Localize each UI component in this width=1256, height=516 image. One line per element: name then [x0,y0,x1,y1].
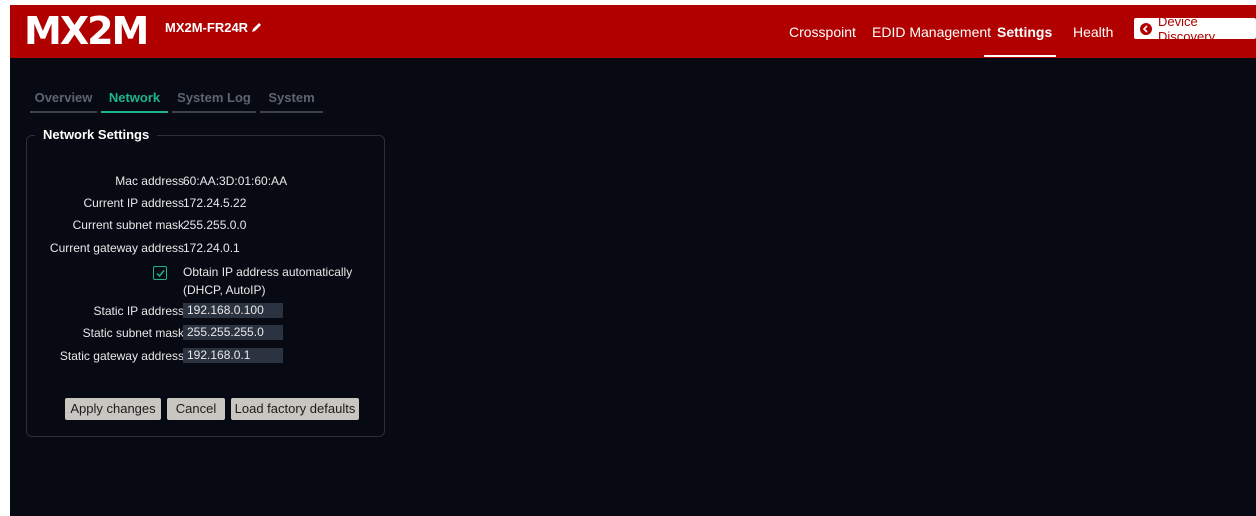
dhcp-checkbox[interactable] [153,266,167,280]
chevron-left-circle-icon [1140,22,1152,35]
tab-system[interactable]: System [260,85,323,113]
nav-edid-management[interactable]: EDID Management [872,24,991,40]
current-subnet-row: Current subnet mask 255.255.0.0 [26,215,383,235]
static-gateway-input[interactable] [183,348,283,363]
static-subnet-input[interactable] [183,325,283,340]
static-gateway-label: Static gateway address [59,349,184,363]
mac-address-value: 60:AA:3D:01:60:AA [183,174,288,188]
current-gateway-value: 172.24.0.1 [183,241,240,255]
static-subnet-row: Static subnet mask [26,323,383,343]
current-ip-row: Current IP address 172.24.5.22 [26,193,383,213]
apply-changes-button[interactable]: Apply changes [65,398,161,420]
tab-overview[interactable]: Overview [30,85,97,113]
nav-settings[interactable]: Settings [997,24,1052,40]
current-ip-label: Current IP address [83,196,185,210]
static-subnet-label: Static subnet mask [82,326,184,340]
nav-crosspoint[interactable]: Crosspoint [789,24,856,40]
logo: MX2M [24,9,149,53]
device-discovery-button[interactable]: Device Discovery [1134,14,1256,44]
dhcp-label: Obtain IP address automatically (DHCP, A… [183,265,353,297]
current-subnet-label: Current subnet mask [72,218,184,232]
nav-health[interactable]: Health [1073,24,1113,40]
load-factory-defaults-button[interactable]: Load factory defaults [231,398,359,420]
current-gateway-label: Current gateway address [49,241,184,255]
tab-system-log[interactable]: System Log [172,85,256,113]
pencil-icon[interactable] [251,22,262,33]
static-ip-input[interactable] [183,303,283,318]
mac-address-row: Mac address 60:AA:3D:01:60:AA [26,171,383,191]
nav-active-indicator [984,55,1056,57]
checkmark-icon [155,269,165,277]
tab-network[interactable]: Network [101,85,168,113]
device-name-button[interactable]: MX2M-FR24R [165,20,262,35]
device-discovery-label: Device Discovery [1158,13,1216,44]
cancel-button[interactable]: Cancel [167,398,225,420]
current-gateway-row: Current gateway address 172.24.0.1 [26,238,383,258]
current-subnet-value: 255.255.0.0 [183,218,247,232]
top-bar: MX2M MX2M-FR24R Crosspoint EDID Manageme… [10,5,1256,58]
current-ip-value: 172.24.5.22 [183,196,247,210]
device-name: MX2M-FR24R [165,20,249,35]
app-window: MX2M MX2M-FR24R Crosspoint EDID Manageme… [10,5,1256,516]
dhcp-row: Obtain IP address automatically (DHCP, A… [26,263,383,301]
static-ip-row: Static IP address [26,301,383,321]
settings-tabs: Overview Network System Log System [30,85,327,113]
mac-address-label: Mac address [115,174,184,188]
static-ip-label: Static IP address [93,304,185,318]
static-gateway-row: Static gateway address [26,346,383,366]
panel-title: Network Settings [35,127,158,142]
